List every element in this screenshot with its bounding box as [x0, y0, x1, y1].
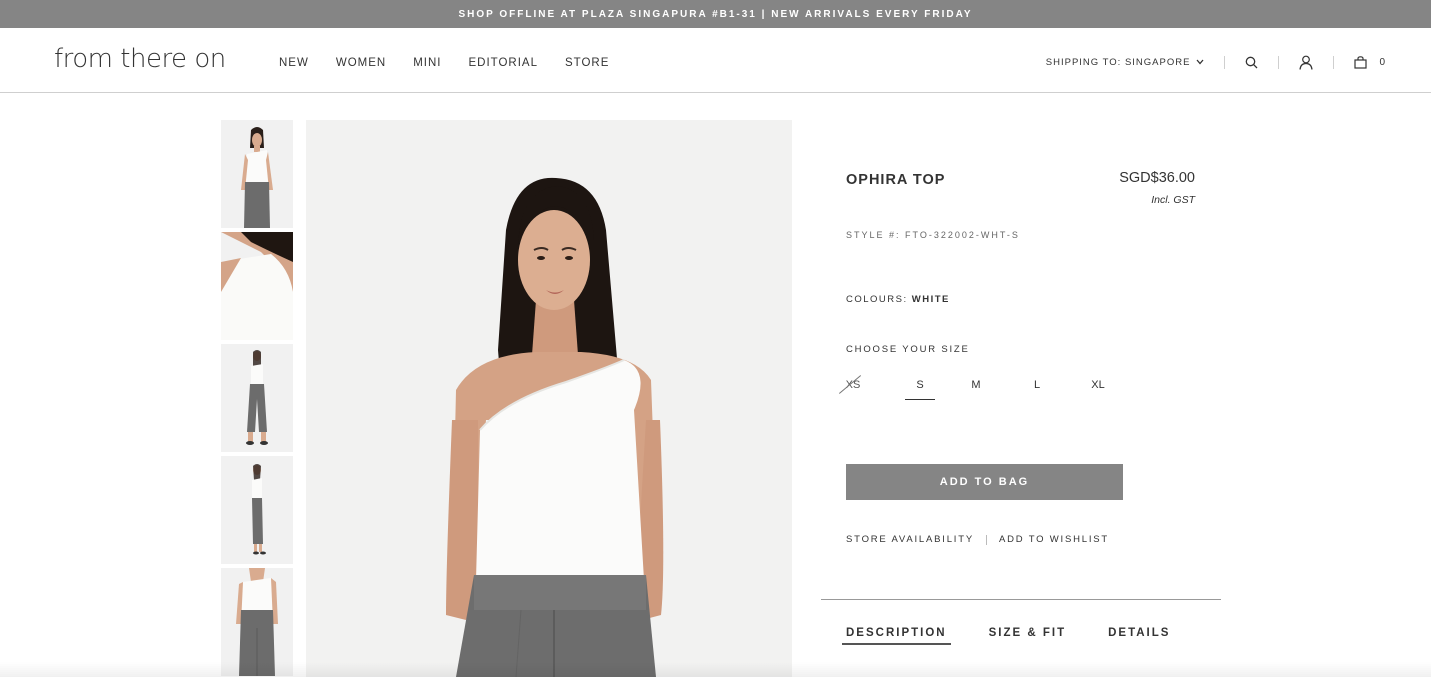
tab-size-fit[interactable]: SIZE & FIT — [989, 627, 1067, 645]
size-option-m[interactable]: M — [961, 378, 991, 400]
divider — [1224, 55, 1226, 69]
chevron-down-icon — [1196, 59, 1204, 65]
product-photo-thumb — [221, 120, 293, 228]
main-product-image[interactable] — [306, 120, 792, 677]
choose-size-label: CHOOSE YOUR SIZE — [846, 344, 970, 355]
thumbnail-full-front[interactable] — [221, 344, 293, 452]
product-photo-thumb — [221, 344, 293, 452]
colour-value: WHITE — [911, 294, 950, 305]
announcement-text: SHOP OFFLINE AT PLAZA SINGAPURA #B1-31 |… — [458, 8, 973, 20]
site-header: from there on NEW WOMEN MINI EDITORIAL S… — [0, 28, 1431, 93]
divider — [1278, 55, 1280, 69]
thumbnail-back[interactable] — [221, 568, 293, 676]
product-price: SGD$36.00 — [1119, 170, 1195, 186]
colours-row: COLOURS: WHITE — [846, 294, 950, 305]
divider — [985, 534, 987, 545]
secondary-actions: STORE AVAILABILITY ADD TO WISHLIST — [846, 534, 1109, 545]
product-photo-thumb — [221, 456, 293, 564]
header-actions: SHIPPING TO: SINGAPORE 0 — [1046, 53, 1385, 71]
tab-description[interactable]: DESCRIPTION — [842, 627, 951, 645]
search-icon — [1246, 56, 1258, 68]
account-button[interactable] — [1299, 55, 1314, 70]
thumbnail-front[interactable] — [221, 120, 293, 228]
main-nav: NEW WOMEN MINI EDITORIAL STORE — [279, 57, 636, 69]
product-photo-thumb — [221, 232, 293, 340]
nav-item-mini[interactable]: MINI — [413, 57, 441, 69]
size-option-s[interactable]: S — [905, 378, 935, 400]
product-name: OPHIRA TOP — [846, 172, 946, 188]
size-label: S — [916, 379, 924, 391]
logo[interactable]: from there on — [54, 44, 226, 74]
store-availability-link[interactable]: STORE AVAILABILITY — [846, 534, 974, 545]
size-option-l[interactable]: L — [1022, 378, 1052, 400]
size-label: L — [1033, 379, 1041, 391]
colours-label: COLOURS: — [846, 294, 908, 305]
tab-details[interactable]: DETAILS — [1108, 627, 1170, 645]
nav-item-store[interactable]: STORE — [565, 57, 609, 69]
size-selector: XS S M L XL — [838, 375, 1126, 402]
style-number: STYLE #: FTO-322002-WHT-S — [846, 230, 1020, 240]
nav-item-editorial[interactable]: EDITORIAL — [468, 57, 538, 69]
shipping-selector[interactable]: SHIPPING TO: SINGAPORE — [1046, 57, 1205, 68]
thumbnail-detail[interactable] — [221, 232, 293, 340]
bag-button[interactable]: 0 — [1354, 55, 1385, 69]
divider — [1333, 55, 1335, 69]
tax-note: Incl. GST — [1151, 194, 1195, 206]
search-button[interactable] — [1245, 56, 1258, 69]
bag-icon — [1354, 55, 1368, 69]
add-to-wishlist-link[interactable]: ADD TO WISHLIST — [999, 534, 1109, 545]
section-divider — [821, 599, 1221, 600]
product-tabs: DESCRIPTION SIZE & FIT DETAILS — [842, 627, 1212, 645]
thumbnail-strip — [221, 120, 293, 677]
thumbnail-full-side[interactable] — [221, 456, 293, 564]
announcement-bar: SHOP OFFLINE AT PLAZA SINGAPURA #B1-31 |… — [0, 0, 1431, 28]
bag-count: 0 — [1379, 56, 1385, 68]
shipping-label: SHIPPING TO: SINGAPORE — [1045, 56, 1191, 68]
size-option-xs[interactable]: XS — [838, 375, 868, 400]
nav-item-women[interactable]: WOMEN — [336, 57, 386, 69]
size-label: XL — [1091, 379, 1105, 391]
user-icon — [1299, 55, 1314, 70]
size-label: M — [971, 379, 981, 391]
size-option-xl[interactable]: XL — [1083, 378, 1113, 400]
product-photo-thumb — [221, 568, 293, 676]
model-photo — [306, 120, 792, 677]
nav-item-new[interactable]: NEW — [279, 57, 309, 69]
add-to-bag-button[interactable]: ADD TO BAG — [846, 464, 1123, 500]
